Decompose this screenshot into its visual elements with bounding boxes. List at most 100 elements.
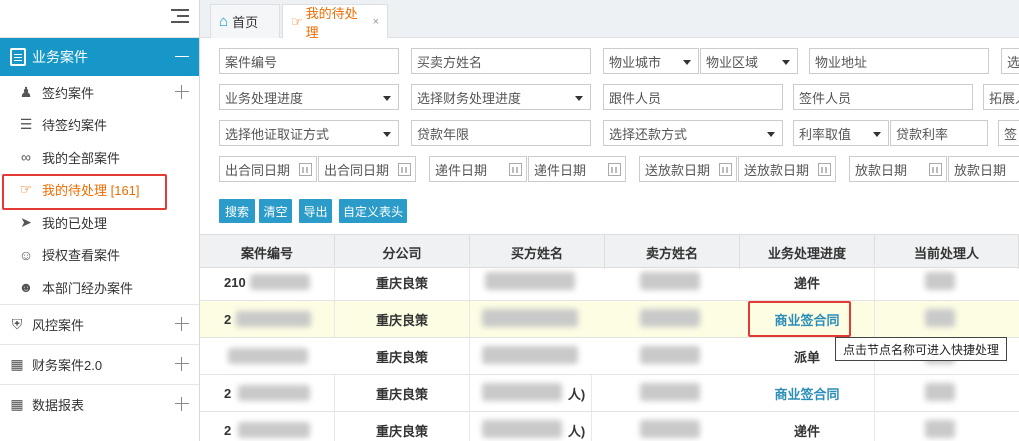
clear-button[interactable]: 清空 (259, 199, 292, 223)
money-icon: ▦ (10, 355, 24, 372)
loan-rate-input[interactable]: 贷款利率 (890, 120, 988, 146)
redacted-block (238, 422, 310, 438)
tab-label: 首页 (232, 15, 259, 30)
sidebar-item-all-cases[interactable]: ∞ 我的全部案件 (0, 141, 199, 174)
placeholder: 选 (1007, 54, 1019, 70)
export-button[interactable]: 导出 (299, 199, 332, 223)
redacted-block (925, 420, 955, 438)
sidebar-item-pending-sign[interactable]: ☰ 待签约案件 (0, 109, 199, 142)
sidebar-group-reports[interactable]: ▦ 数据报表 (0, 383, 199, 424)
contract-date-end[interactable]: 出合同日期 (318, 156, 416, 182)
sidebar-group-finance[interactable]: ▦ 财务案件2.0 (0, 343, 199, 384)
table-row[interactable]: 2 重庆良策 人) 递件 (200, 412, 1019, 441)
property-district-select[interactable]: 物业区域 (700, 48, 798, 74)
finance-progress-select[interactable]: 选择财务处理进度 (411, 84, 591, 110)
sidebar-item-label: 待签约案件 (42, 118, 108, 134)
loan-send-date-start[interactable]: 送放款日期 (639, 156, 737, 182)
case-number-text: 2 (224, 311, 232, 327)
cell-progress: 递件 (740, 412, 875, 441)
redacted-block (228, 348, 308, 364)
redacted-block (640, 272, 700, 290)
loan-date-end[interactable]: 放款日期 (948, 156, 1019, 182)
placeholder: 出合同日期 (225, 162, 291, 178)
submit-date-end[interactable]: 递件日期 (528, 156, 626, 182)
tab-label: 我的待处理 (305, 5, 358, 40)
contract-date-start[interactable]: 出合同日期 (219, 156, 317, 182)
case-number-text: 2 (224, 422, 232, 438)
redacted-block (925, 383, 955, 401)
rate-value-select[interactable]: 利率取值 (793, 120, 889, 146)
sidebar-item-my-pending[interactable]: ☞ 我的待处理 [161] (0, 174, 199, 207)
tab-home[interactable]: ⌂ 首页 (210, 4, 280, 38)
expander-input[interactable]: 拓展人 (983, 84, 1019, 110)
user-icon: ☺ (18, 246, 34, 263)
loan-date-start[interactable]: 放款日期 (849, 156, 947, 182)
progress-link[interactable]: 商业签合同 (740, 301, 875, 337)
redacted-block (925, 272, 955, 290)
calendar-icon (398, 163, 411, 176)
sidebar-group-risk[interactable]: ⛨ 风控案件 (0, 303, 199, 344)
paper-plane-icon: ➤ (20, 213, 32, 230)
menu-toggle-icon[interactable] (171, 9, 189, 25)
sidebar-section-business[interactable]: 业务案件 (0, 38, 199, 76)
users-icon: ☻ (18, 279, 34, 296)
redacted-block (640, 420, 700, 438)
property-address-input[interactable]: 物业地址 (809, 48, 989, 74)
sidebar: 业务案件 ♟ 签约案件 ☰ 待签约案件 ∞ 我的全部案件 ☞ 我的待处理 [16… (0, 0, 200, 441)
table-row[interactable]: 210 重庆良策 递件 (200, 264, 1019, 301)
submit-date-start[interactable]: 递件日期 (429, 156, 527, 182)
redacted-block (236, 311, 311, 327)
truncated-select[interactable]: 选 (1001, 48, 1019, 74)
clipboard-icon (10, 48, 26, 66)
placeholder: 送放款日期 (645, 162, 711, 178)
expand-icon[interactable] (175, 357, 189, 371)
loan-send-date-end[interactable]: 送放款日期 (738, 156, 836, 182)
calendar-icon (509, 163, 522, 176)
placeholder: 出合同日期 (324, 162, 390, 178)
repayment-method-select[interactable]: 选择还款方式 (603, 120, 783, 146)
truncated-select-2[interactable]: 签 (998, 120, 1019, 146)
placeholder: 贷款利率 (896, 126, 949, 142)
sidebar-group-label: 数据报表 (32, 397, 85, 413)
progress-link[interactable]: 商业签合同 (740, 375, 875, 411)
search-button[interactable]: 搜索 (219, 199, 255, 223)
close-icon[interactable]: × (373, 16, 379, 28)
select-value: 选择他证取证方式 (225, 126, 330, 142)
tab-my-pending[interactable]: ☞ 我的待处理 × (282, 4, 388, 40)
sidebar-item-label: 授权查看案件 (42, 248, 121, 264)
table-row-highlighted[interactable]: 2 重庆良策 商业签合同 (200, 301, 1019, 338)
redacted-block (640, 346, 700, 364)
case-number-text: 2 (224, 385, 232, 401)
app-window: 业务案件 ♟ 签约案件 ☰ 待签约案件 ∞ 我的全部案件 ☞ 我的待处理 [16… (0, 0, 1019, 441)
loan-years-input[interactable]: 贷款年限 (411, 120, 591, 146)
select-value: 业务处理进度 (225, 90, 304, 106)
expand-icon[interactable] (175, 85, 189, 100)
sidebar-group-label: 风控案件 (32, 317, 85, 333)
cell-branch: 重庆良策 (335, 301, 470, 337)
sidebar-item-signed-cases[interactable]: ♟ 签约案件 (0, 76, 199, 109)
property-city-select[interactable]: 物业城市 (603, 48, 699, 74)
select-value: 选择财务处理进度 (417, 90, 522, 106)
sidebar-item-authorized[interactable]: ☺ 授权查看案件 (0, 239, 199, 272)
redacted-block (482, 309, 578, 327)
case-number-text: 210 (224, 274, 246, 290)
table-row[interactable]: 2 重庆良策 人) 商业签合同 (200, 375, 1019, 412)
sidebar-item-department[interactable]: ☻ 本部门经办案件 (0, 271, 199, 304)
sidebar-item-my-done[interactable]: ➤ 我的已处理 (0, 206, 199, 239)
certificate-method-select[interactable]: 选择他证取证方式 (219, 120, 399, 146)
cell-branch: 重庆良策 (335, 412, 470, 441)
expand-icon[interactable] (175, 397, 189, 411)
shield-icon: ⛨ (11, 315, 23, 332)
expand-icon[interactable] (175, 317, 189, 331)
follower-input[interactable]: 跟件人员 (603, 84, 783, 110)
case-number-input[interactable]: 案件编号 (219, 48, 399, 74)
party-name-input[interactable]: 买卖方姓名 (411, 48, 591, 74)
placeholder: 跟件人员 (609, 90, 662, 106)
custom-header-button[interactable]: 自定义表头 (339, 199, 407, 223)
business-progress-select[interactable]: 业务处理进度 (219, 84, 399, 110)
sidebar-header (0, 0, 199, 38)
tooltip: 点击节点名称可进入快捷处理 (835, 337, 1008, 361)
signer-input[interactable]: 签件人员 (793, 84, 973, 110)
calendar-icon (608, 163, 621, 176)
collapse-icon[interactable] (175, 56, 189, 57)
